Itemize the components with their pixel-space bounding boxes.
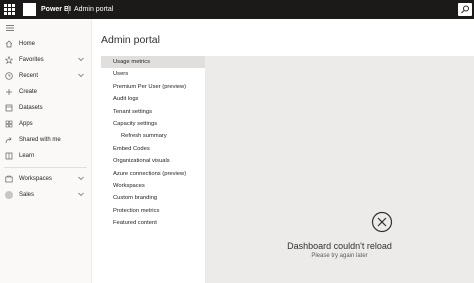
nav-favorites[interactable]: Favorites	[0, 53, 91, 67]
error-circle-icon	[371, 211, 393, 233]
setting-label: Premium Per User (preview)	[113, 83, 187, 90]
setting-label: Capacity settings	[113, 121, 158, 127]
setting-label: Usage metrics	[113, 59, 151, 65]
app-launcher-icon[interactable]	[4, 4, 15, 15]
nav-apps-label: Apps	[19, 121, 33, 127]
nav-divider	[4, 167, 87, 168]
apps-icon	[5, 120, 13, 128]
nav-home-label: Home	[19, 41, 36, 47]
chevron-down-icon[interactable]	[78, 176, 84, 181]
page-title: Admin portal	[101, 34, 160, 46]
nav-learn-label: Learn	[19, 153, 35, 159]
setting-capacity-settings[interactable]: Capacity settings	[101, 118, 205, 130]
book-icon	[5, 152, 13, 160]
plus-icon	[6, 89, 12, 95]
search-icon	[461, 5, 469, 14]
setting-label: Custom branding	[113, 195, 158, 202]
breadcrumb: Admin portal	[74, 6, 114, 13]
left-nav: Home Favorites Recent Create Datasets Ap…	[0, 19, 92, 283]
setting-protection-metrics[interactable]: Protection metrics	[101, 205, 205, 217]
setting-premium-per-user[interactable]: Premium Per User (preview)	[101, 81, 205, 93]
hamburger-icon[interactable]	[6, 25, 14, 31]
nav-workspaces[interactable]: Workspaces	[0, 172, 91, 186]
nav-create[interactable]: Create	[0, 85, 91, 99]
database-icon	[5, 104, 13, 112]
setting-tenant-settings[interactable]: Tenant settings	[101, 106, 205, 118]
nav-learn[interactable]: Learn	[0, 149, 91, 163]
setting-custom-branding[interactable]: Custom branding	[101, 192, 205, 204]
nav-shared-with-me[interactable]: Shared with me	[0, 133, 91, 147]
nav-datasets-label: Datasets	[19, 105, 43, 111]
setting-usage-metrics[interactable]: Usage metrics	[101, 56, 205, 68]
setting-users[interactable]: Users	[101, 68, 205, 80]
setting-label: Organizational visuals	[113, 158, 170, 165]
nav-sales-label: Sales	[19, 192, 35, 198]
setting-label: Users	[113, 71, 129, 78]
nav-favorites-label: Favorites	[19, 57, 44, 63]
top-bar: Power BI Admin portal	[0, 0, 474, 19]
workspace-avatar	[5, 191, 13, 199]
setting-label: Embed Codes	[113, 145, 150, 152]
home-icon	[5, 40, 13, 48]
setting-embed-codes[interactable]: Embed Codes	[101, 143, 205, 155]
nav-apps[interactable]: Apps	[0, 117, 91, 131]
error-subtitle: Please try again later	[311, 253, 368, 259]
setting-label: Audit logs	[113, 96, 139, 103]
clock-icon	[5, 72, 13, 80]
nav-datasets[interactable]: Datasets	[0, 101, 91, 115]
setting-label: Featured content	[113, 220, 157, 227]
star-icon	[5, 56, 13, 64]
setting-refresh-summary[interactable]: Refresh summary	[101, 130, 205, 142]
nav-shared-label: Shared with me	[19, 137, 61, 143]
header-divider	[68, 5, 69, 14]
admin-settings-list: Usage metrics Users Premium Per User (pr…	[101, 56, 205, 283]
setting-azure-connections[interactable]: Azure connections (preview)	[101, 168, 205, 180]
setting-label: Protection metrics	[113, 207, 160, 214]
setting-label: Workspaces	[113, 183, 145, 189]
nav-create-label: Create	[19, 89, 38, 95]
power-bi-logo	[23, 3, 36, 16]
setting-featured-content[interactable]: Featured content	[101, 217, 205, 229]
setting-organizational-visuals[interactable]: Organizational visuals	[101, 155, 205, 167]
share-icon	[5, 137, 12, 144]
nav-recent[interactable]: Recent	[0, 69, 91, 83]
setting-label: Azure connections (preview)	[113, 170, 187, 177]
nav-sales-workspace[interactable]: Sales	[0, 188, 91, 202]
chevron-down-icon[interactable]	[78, 73, 84, 78]
setting-label: Tenant settings	[113, 108, 152, 115]
chevron-down-icon[interactable]	[78, 192, 84, 197]
search-button[interactable]	[458, 3, 472, 16]
setting-workspaces[interactable]: Workspaces	[101, 180, 205, 192]
nav-recent-label: Recent	[19, 73, 39, 79]
chevron-down-icon[interactable]	[78, 57, 84, 62]
setting-label: Refresh summary	[121, 133, 167, 140]
app-name[interactable]: Power BI	[41, 4, 71, 15]
nav-home[interactable]: Home	[0, 37, 91, 51]
setting-audit-logs[interactable]: Audit logs	[101, 93, 205, 105]
error-title: Dashboard couldn't reload	[287, 241, 392, 251]
workspaces-icon	[5, 175, 13, 183]
nav-workspaces-label: Workspaces	[19, 176, 52, 182]
